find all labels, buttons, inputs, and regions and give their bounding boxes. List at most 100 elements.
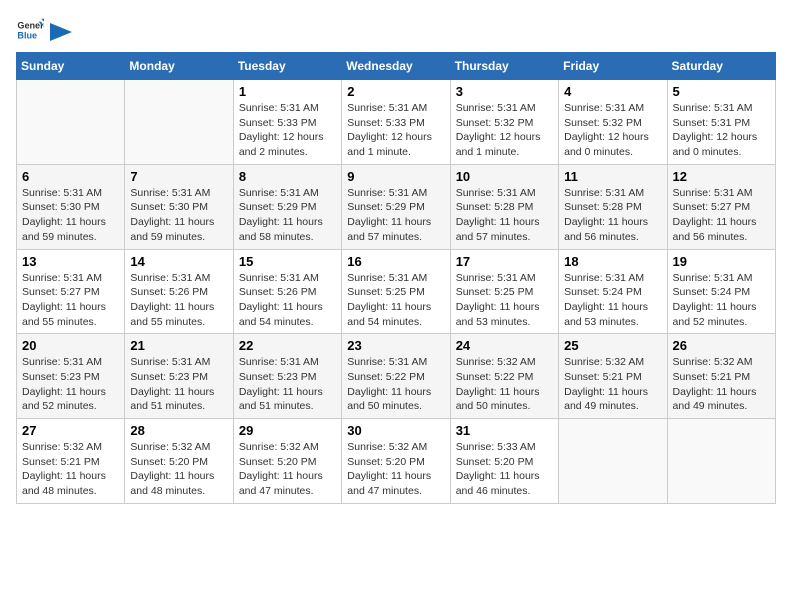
calendar-cell [17, 80, 125, 165]
day-number: 17 [456, 254, 553, 269]
day-number: 29 [239, 423, 336, 438]
calendar-week-row: 20 Sunrise: 5:31 AM Sunset: 5:23 PM Dayli… [17, 334, 776, 419]
calendar-cell: 25 Sunrise: 5:32 AM Sunset: 5:21 PM Dayli… [559, 334, 667, 419]
header-day-saturday: Saturday [667, 53, 775, 80]
day-info: Sunrise: 5:31 AM Sunset: 5:26 PM Dayligh… [239, 271, 336, 330]
day-info: Sunrise: 5:31 AM Sunset: 5:33 PM Dayligh… [347, 101, 444, 160]
calendar-cell: 2 Sunrise: 5:31 AM Sunset: 5:33 PM Daylig… [342, 80, 450, 165]
day-number: 26 [673, 338, 770, 353]
header-day-wednesday: Wednesday [342, 53, 450, 80]
calendar-cell: 8 Sunrise: 5:31 AM Sunset: 5:29 PM Daylig… [233, 164, 341, 249]
calendar-cell: 6Sunrise: 5:31 AM Sunset: 5:30 PM Daylig… [17, 164, 125, 249]
day-info: Sunrise: 5:31 AM Sunset: 5:28 PM Dayligh… [456, 186, 553, 245]
header-day-tuesday: Tuesday [233, 53, 341, 80]
day-number: 24 [456, 338, 553, 353]
day-info: Sunrise: 5:32 AM Sunset: 5:21 PM Dayligh… [673, 355, 770, 414]
day-number: 4 [564, 84, 661, 99]
calendar-cell [667, 419, 775, 504]
calendar-header-row: SundayMondayTuesdayWednesdayThursdayFrid… [17, 53, 776, 80]
calendar-week-row: 13 Sunrise: 5:31 AM Sunset: 5:27 PM Dayli… [17, 249, 776, 334]
day-info: Sunrise: 5:31 AM Sunset: 5:23 PM Dayligh… [239, 355, 336, 414]
day-info: Sunrise: 5:31 AM Sunset: 5:29 PM Dayligh… [239, 186, 336, 245]
header-day-thursday: Thursday [450, 53, 558, 80]
day-number: 30 [347, 423, 444, 438]
day-info: Sunrise: 5:32 AM Sunset: 5:21 PM Dayligh… [564, 355, 661, 414]
day-info: Sunrise: 5:31 AM Sunset: 5:31 PM Dayligh… [673, 101, 770, 160]
day-info: Sunrise: 5:32 AM Sunset: 5:22 PM Dayligh… [456, 355, 553, 414]
day-number: 1 [239, 84, 336, 99]
day-number: 15 [239, 254, 336, 269]
day-info: Sunrise: 5:31 AM Sunset: 5:25 PM Dayligh… [456, 271, 553, 330]
day-number: 21 [130, 338, 227, 353]
calendar-table: SundayMondayTuesdayWednesdayThursdayFrid… [16, 52, 776, 504]
day-info: Sunrise: 5:31 AM Sunset: 5:33 PM Dayligh… [239, 101, 336, 160]
day-number: 11 [564, 169, 661, 184]
day-info: Sunrise: 5:31 AM Sunset: 5:27 PM Dayligh… [22, 271, 119, 330]
page-header: General Blue [16, 16, 776, 44]
day-number: 7 [130, 169, 227, 184]
day-info: Sunrise: 5:31 AM Sunset: 5:22 PM Dayligh… [347, 355, 444, 414]
calendar-cell: 7 Sunrise: 5:31 AM Sunset: 5:30 PM Daylig… [125, 164, 233, 249]
day-info: Sunrise: 5:31 AM Sunset: 5:30 PM Dayligh… [22, 186, 119, 245]
day-info: Sunrise: 5:31 AM Sunset: 5:23 PM Dayligh… [130, 355, 227, 414]
day-info: Sunrise: 5:31 AM Sunset: 5:32 PM Dayligh… [564, 101, 661, 160]
header-day-monday: Monday [125, 53, 233, 80]
calendar-cell: 27 Sunrise: 5:32 AM Sunset: 5:21 PM Dayli… [17, 419, 125, 504]
day-number: 2 [347, 84, 444, 99]
calendar-cell: 15 Sunrise: 5:31 AM Sunset: 5:26 PM Dayli… [233, 249, 341, 334]
day-info: Sunrise: 5:31 AM Sunset: 5:27 PM Dayligh… [673, 186, 770, 245]
calendar-cell: 18 Sunrise: 5:31 AM Sunset: 5:24 PM Dayli… [559, 249, 667, 334]
day-number: 20 [22, 338, 119, 353]
calendar-cell: 28Sunrise: 5:32 AM Sunset: 5:20 PM Dayli… [125, 419, 233, 504]
calendar-cell: 30Sunrise: 5:32 AM Sunset: 5:20 PM Dayli… [342, 419, 450, 504]
calendar-cell: 4 Sunrise: 5:31 AM Sunset: 5:32 PM Daylig… [559, 80, 667, 165]
calendar-week-row: 6Sunrise: 5:31 AM Sunset: 5:30 PM Daylig… [17, 164, 776, 249]
day-number: 5 [673, 84, 770, 99]
calendar-cell: 10 Sunrise: 5:31 AM Sunset: 5:28 PM Dayli… [450, 164, 558, 249]
day-number: 13 [22, 254, 119, 269]
day-number: 9 [347, 169, 444, 184]
day-info: Sunrise: 5:31 AM Sunset: 5:28 PM Dayligh… [564, 186, 661, 245]
day-number: 27 [22, 423, 119, 438]
calendar-cell: 31 Sunrise: 5:33 AM Sunset: 5:20 PM Dayli… [450, 419, 558, 504]
day-number: 14 [130, 254, 227, 269]
logo-arrow-icon [50, 23, 72, 41]
svg-text:Blue: Blue [17, 30, 37, 40]
logo: General Blue [16, 16, 72, 44]
day-number: 10 [456, 169, 553, 184]
day-number: 25 [564, 338, 661, 353]
day-info: Sunrise: 5:32 AM Sunset: 5:21 PM Dayligh… [22, 440, 119, 499]
calendar-cell: 13 Sunrise: 5:31 AM Sunset: 5:27 PM Dayli… [17, 249, 125, 334]
day-number: 28 [130, 423, 227, 438]
day-number: 31 [456, 423, 553, 438]
day-info: Sunrise: 5:31 AM Sunset: 5:23 PM Dayligh… [22, 355, 119, 414]
day-number: 8 [239, 169, 336, 184]
calendar-cell: 24 Sunrise: 5:32 AM Sunset: 5:22 PM Dayli… [450, 334, 558, 419]
day-info: Sunrise: 5:31 AM Sunset: 5:26 PM Dayligh… [130, 271, 227, 330]
day-number: 12 [673, 169, 770, 184]
calendar-cell [125, 80, 233, 165]
calendar-cell: 1 Sunrise: 5:31 AM Sunset: 5:33 PM Daylig… [233, 80, 341, 165]
calendar-cell: 12 Sunrise: 5:31 AM Sunset: 5:27 PM Dayli… [667, 164, 775, 249]
day-info: Sunrise: 5:32 AM Sunset: 5:20 PM Dayligh… [239, 440, 336, 499]
calendar-cell: 26 Sunrise: 5:32 AM Sunset: 5:21 PM Dayli… [667, 334, 775, 419]
day-info: Sunrise: 5:31 AM Sunset: 5:24 PM Dayligh… [673, 271, 770, 330]
calendar-week-row: 27 Sunrise: 5:32 AM Sunset: 5:21 PM Dayli… [17, 419, 776, 504]
day-info: Sunrise: 5:33 AM Sunset: 5:20 PM Dayligh… [456, 440, 553, 499]
day-number: 3 [456, 84, 553, 99]
day-number: 18 [564, 254, 661, 269]
calendar-cell: 23Sunrise: 5:31 AM Sunset: 5:22 PM Dayli… [342, 334, 450, 419]
calendar-week-row: 1 Sunrise: 5:31 AM Sunset: 5:33 PM Daylig… [17, 80, 776, 165]
day-info: Sunrise: 5:31 AM Sunset: 5:30 PM Dayligh… [130, 186, 227, 245]
header-day-friday: Friday [559, 53, 667, 80]
calendar-cell: 21 Sunrise: 5:31 AM Sunset: 5:23 PM Dayli… [125, 334, 233, 419]
day-info: Sunrise: 5:31 AM Sunset: 5:25 PM Dayligh… [347, 271, 444, 330]
day-info: Sunrise: 5:31 AM Sunset: 5:24 PM Dayligh… [564, 271, 661, 330]
logo-icon: General Blue [16, 16, 44, 44]
calendar-cell: 16Sunrise: 5:31 AM Sunset: 5:25 PM Dayli… [342, 249, 450, 334]
day-number: 22 [239, 338, 336, 353]
calendar-cell: 17 Sunrise: 5:31 AM Sunset: 5:25 PM Dayli… [450, 249, 558, 334]
calendar-cell: 29 Sunrise: 5:32 AM Sunset: 5:20 PM Dayli… [233, 419, 341, 504]
calendar-cell: 19Sunrise: 5:31 AM Sunset: 5:24 PM Dayli… [667, 249, 775, 334]
calendar-cell: 5 Sunrise: 5:31 AM Sunset: 5:31 PM Daylig… [667, 80, 775, 165]
